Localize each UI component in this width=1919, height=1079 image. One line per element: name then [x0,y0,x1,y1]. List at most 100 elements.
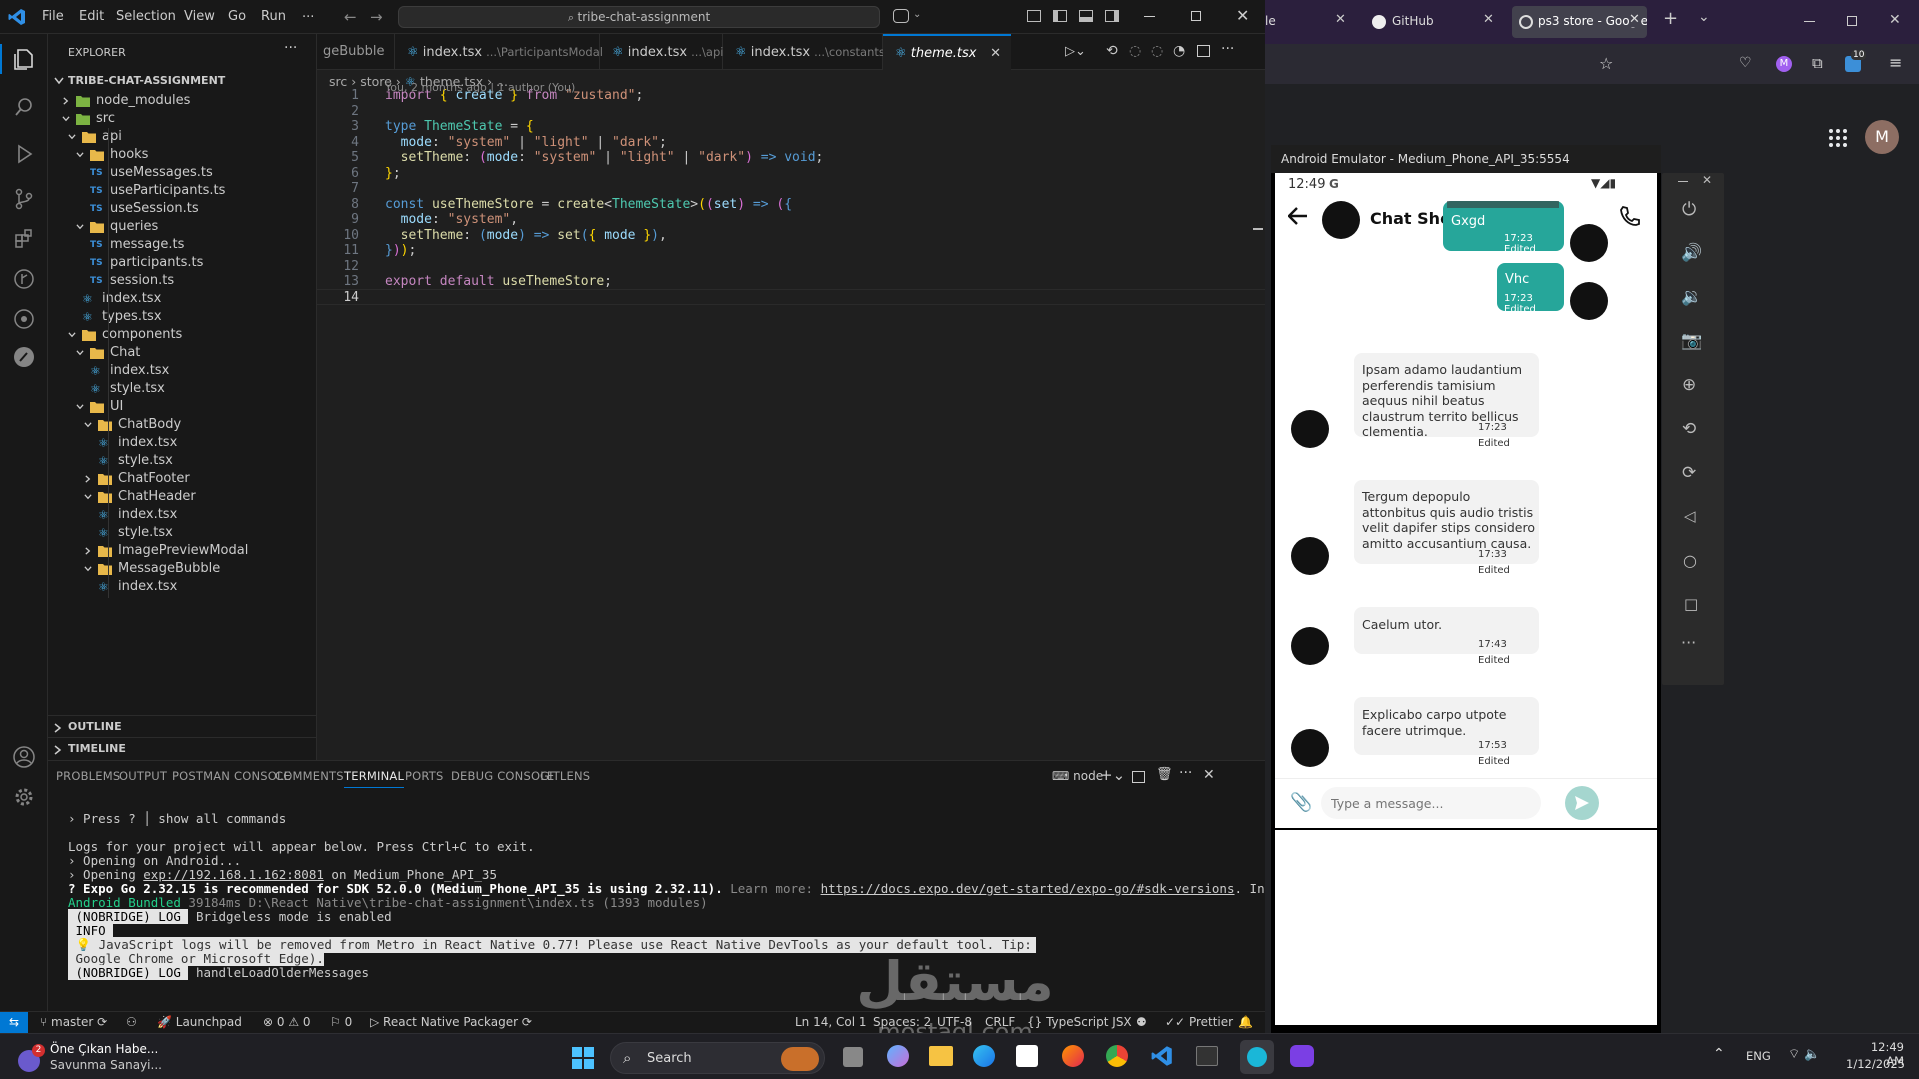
tree-file[interactable]: TS useSession.ts [48,200,317,218]
message-bubble-left[interactable]: Caelum utor. 17:43 Edited [1354,607,1539,666]
close-panel-icon[interactable]: ✕ [1203,767,1215,783]
news-subtitle[interactable]: Savunma Sanayi... [50,1058,162,1072]
problems-status[interactable]: ⊗ 0 ⚠ 0 [263,1015,311,1029]
code-line[interactable]: type ThemeState = { [385,119,534,134]
close-window-icon[interactable]: ✕ [1889,12,1901,28]
windows-start-icon[interactable] [572,1047,594,1069]
code-editor[interactable]: src › store › ⚛ theme.tsx › ... 1 import … [317,70,1265,760]
packager-status[interactable]: ▷ React Native Packager ⟳ [370,1015,532,1029]
panel-tab[interactable]: OUTPUT [119,769,167,783]
copilot-icon[interactable] [893,9,909,23]
home-nav-icon[interactable]: ○ [1683,551,1697,570]
tree-file[interactable]: ⚛ index.tsx [48,578,317,596]
toggle-secondary-sidebar-icon[interactable] [1105,10,1119,22]
tree-folder[interactable]: src [48,110,317,128]
tree-folder[interactable]: ChatFooter [48,470,317,488]
copilot-status-icon[interactable]: ⚉ [1136,1015,1147,1029]
gesture-nav-bar[interactable] [1414,1020,1518,1024]
overview-nav-icon[interactable]: □ [1684,595,1698,613]
avatar[interactable] [1291,627,1329,665]
file-explorer-icon[interactable] [929,1046,953,1066]
code-line[interactable]: export default useThemeStore; [385,274,612,289]
ports-status[interactable]: ⚐ 0 [330,1015,352,1029]
taskbar-search[interactable]: ⌕ Search [610,1042,825,1074]
remote-explorer-icon[interactable] [11,306,37,332]
close-tab-icon[interactable]: ✕ [990,36,1001,72]
tree-folder[interactable]: hooks [48,146,317,164]
input-language[interactable]: ENG [1746,1049,1771,1063]
breadcrumb-item[interactable]: src [329,74,347,89]
code-line[interactable]: const useThemeStore = create<ThemeState>… [385,197,792,212]
panel-tab[interactable]: PORTS [405,769,443,783]
new-terminal-icon[interactable]: +⌄ [1100,766,1125,784]
google-apps-icon[interactable] [1827,127,1849,149]
outline-section[interactable]: OUTLINE [48,715,317,737]
run-debug-icon[interactable] [11,141,37,167]
news-title[interactable]: Öne Çıkan Habe... [50,1042,158,1056]
tab-theme-active[interactable]: ⚛ theme.tsx ✕ [883,34,1011,71]
trash-icon[interactable]: 🗑 [1156,767,1173,782]
menu-more[interactable]: ... [302,6,314,21]
menu-go[interactable]: Go [228,9,246,24]
notifications-bell-icon[interactable]: 🔔 [1238,1015,1253,1029]
avatar[interactable] [1291,537,1329,575]
microsoft-store-icon[interactable] [1016,1045,1038,1067]
attach-paperclip-icon[interactable]: 📎 [1290,792,1312,813]
camera-icon[interactable]: 📷 [1681,331,1702,351]
back-arrow-icon[interactable] [1288,207,1308,225]
browser-tab-partial[interactable]: le [1265,14,1276,28]
tree-folder[interactable]: UI [48,398,317,416]
extensions-icon[interactable] [11,226,37,252]
tree-file[interactable]: TS session.ts [48,272,317,290]
tree-file[interactable]: ⚛ types.tsx [48,308,317,326]
tree-file[interactable]: ⚛ style.tsx [48,524,317,542]
accounts-icon[interactable] [11,744,37,770]
chevron-down-icon[interactable]: ⌄ [913,9,921,20]
menu-file[interactable]: File [42,9,64,24]
tree-file[interactable]: ⚛ index.tsx [48,506,317,524]
tray-chevron-up-icon[interactable]: ⌃ [1713,1046,1725,1062]
tree-file[interactable]: ⚛ index.tsx [48,290,317,308]
search-icon[interactable] [11,94,37,120]
zoom-icon[interactable]: ⊕ [1682,375,1696,395]
source-control-icon[interactable] [11,186,37,212]
terminal-output[interactable]: › Press ? │ show all commands Logs for y… [48,793,1265,1011]
more-actions-icon[interactable]: ··· [1221,41,1234,57]
tree-folder[interactable]: MessageBubble [48,560,317,578]
avatar[interactable] [1322,201,1360,239]
panel-tab[interactable]: PROBLEMS [56,769,120,783]
volume-up-icon[interactable]: 🔊 [1681,243,1702,263]
branch-status[interactable]: ⑂ master ⟳ [40,1015,107,1029]
panel-tab[interactable]: POSTMAN CONSOLE [172,769,291,783]
tree-file[interactable]: TS useParticipants.ts [48,182,317,200]
code-lens-blame[interactable]: You, 2 months ago | 1 author (You) [385,81,575,94]
message-bubble-left[interactable]: Tergum depopulo attonbitus quis audio tr… [1354,480,1539,576]
panel-tab[interactable]: TERMINAL [344,769,405,788]
prettier-status[interactable]: ✓✓ Prettier [1165,1015,1233,1029]
settings-gear-icon[interactable] [11,784,37,810]
explorer-icon[interactable] [11,46,37,72]
rotate-left-icon[interactable]: ⟲ [1682,419,1696,439]
copilot-app-icon[interactable] [887,1045,909,1067]
menu-edit[interactable]: Edit [79,9,104,24]
code-line[interactable]: setTheme: (mode) => set({ mode }), [385,228,667,243]
volume-down-icon[interactable]: 🔉 [1681,287,1702,307]
more-actions-icon[interactable]: ··· [284,40,297,56]
tree-folder[interactable]: api [48,128,317,146]
expo-url-link[interactable]: exp://192.168.1.162:8081 [143,867,324,882]
forward-arrow-icon[interactable]: → [370,8,383,26]
code-line[interactable]: mode: "system" | "light" | "dark"; [385,135,667,150]
message-bubble-left[interactable]: Explicabo carpo utpote facere utrimque. … [1354,697,1539,767]
tab-constants[interactable]: ⚛ index.tsx ...\constants [723,34,885,70]
rotate-right-icon[interactable]: ⟳ [1682,463,1696,483]
task-view-icon[interactable] [843,1047,863,1067]
emulator-taskbar-icon-active[interactable] [1240,1040,1274,1074]
edge-icon[interactable] [973,1045,995,1067]
list-tabs-icon[interactable]: ⌄ [1698,9,1710,25]
next-change-icon[interactable]: ◌ [1151,43,1163,59]
phone-call-icon[interactable] [1620,205,1640,227]
workspace-header[interactable]: TRIBE-CHAT-ASSIGNMENT [48,70,317,92]
code-line[interactable]: mode: "system", [385,212,518,227]
pocket-icon[interactable]: ♡ [1739,55,1752,71]
more-actions-icon[interactable]: ··· [1179,765,1192,781]
